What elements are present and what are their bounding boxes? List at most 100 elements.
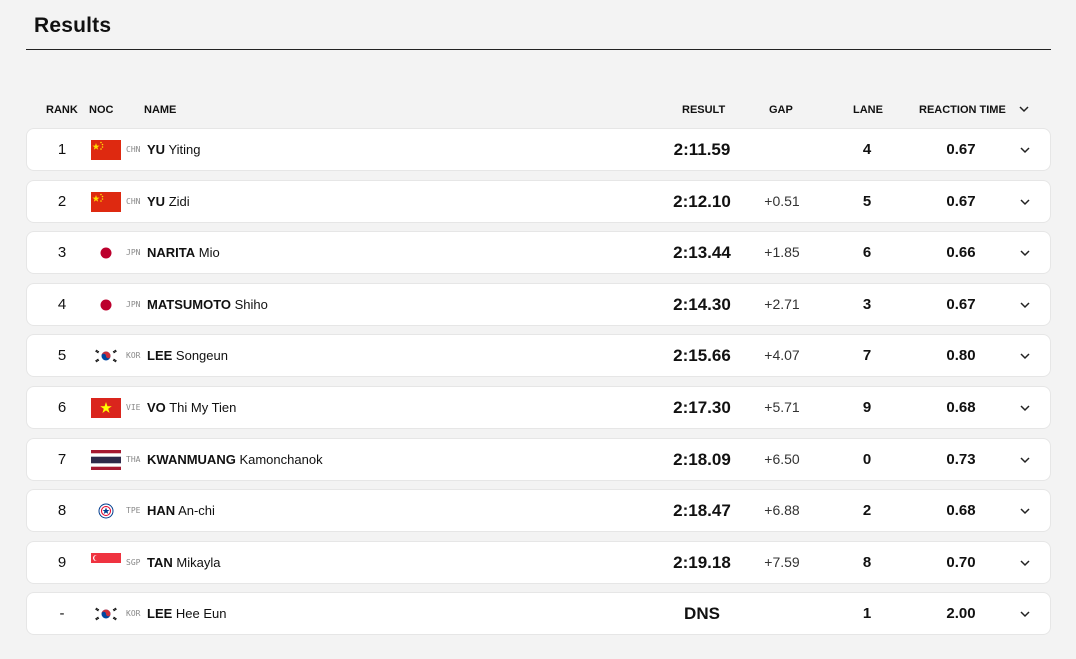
result-row[interactable]: - KOR LEE Hee Eun DNS 1 2.00 [26,592,1051,636]
chevron-down-icon[interactable] [1018,246,1032,260]
result-row[interactable]: 2 CHN YU Zidi 2:12.10 +0.51 5 0.67 [26,179,1051,223]
chevron-down-icon[interactable] [1018,607,1032,621]
vietnam-flag-icon [91,397,121,418]
reaction-time-cell: 0.67 [946,141,976,158]
athlete-last-name: VO [147,399,166,415]
noc-code: THA [126,454,141,464]
athlete-name: VO Thi My Tien [147,387,236,428]
column-header-lane: LANE [853,104,883,116]
rank-cell: 2 [57,192,67,210]
singapore-flag-icon [91,552,121,573]
lane-cell: 1 [862,605,872,623]
result-cell: 2:15.66 [673,346,731,366]
result-cell: 2:18.47 [673,501,731,521]
result-cell: DNS [684,604,720,624]
gap-cell: +1.85 [764,244,800,261]
reaction-time-cell: 0.80 [946,347,976,365]
title-divider [26,49,1051,50]
reaction-time-cell: 0.67 [946,295,976,313]
athlete-name: HAN An-chi [147,490,215,531]
column-header-reaction-time: REACTION TIME [919,104,1006,116]
result-row[interactable]: 7 THA KWANMUANG Kamonchanok 2:18.09 +6.50 0 0.… [26,437,1051,481]
column-header-rank: RANK [46,104,78,116]
result-row[interactable]: 6 VIE VO Thi My Tien 2:17.30 +5.71 9 0.68 [26,385,1051,429]
reaction-time-cell: 0.73 [946,450,976,468]
result-cell: 2:19.18 [673,552,731,572]
athlete-first-name: Kamonchanok [239,451,323,467]
athlete-last-name: KWANMUANG [147,451,236,467]
noc-code: JPN [126,248,141,258]
athlete-first-name: Zidi [168,193,190,209]
chevron-down-icon[interactable] [1018,556,1032,570]
result-row[interactable]: 9 SGP TAN Mikayla 2:19.18 +7.59 8 0.70 [26,540,1051,584]
rank-cell: 4 [57,295,67,313]
gap-cell: +0.51 [764,192,800,209]
chevron-down-icon[interactable] [1018,349,1032,363]
lane-cell: 0 [862,450,872,468]
athlete-name: NARITA Mio [147,232,220,273]
athlete-last-name: YU [147,193,166,209]
noc-code: KOR [126,351,141,361]
result-cell: 2:18.09 [673,449,731,469]
column-header-gap: GAP [769,104,793,116]
expand-all-chevron-icon[interactable] [1017,102,1031,116]
chevron-down-icon[interactable] [1018,143,1032,157]
thailand-flag-icon [91,449,121,470]
result-row[interactable]: 3 JPN NARITA Mio 2:13.44 +1.85 6 0.66 [26,231,1051,275]
gap-cell: +4.07 [764,347,800,364]
chevron-down-icon[interactable] [1018,453,1032,467]
noc-code: TPE [126,506,141,516]
reaction-time-cell: 2.00 [946,605,976,623]
reaction-time-cell: 0.66 [946,244,976,262]
page-title: Results [34,14,112,37]
chevron-down-icon[interactable] [1018,298,1032,312]
athlete-last-name: LEE [147,606,173,622]
result-cell: 2:14.30 [673,294,731,314]
rank-cell: 1 [57,141,67,158]
athlete-first-name: Thi My Tien [169,399,237,415]
korea-flag-icon [91,346,121,367]
noc-code: SGP [126,557,141,567]
athlete-last-name: HAN [147,503,176,519]
gap-cell [747,129,817,170]
athlete-name: LEE Songeun [147,335,228,376]
result-row[interactable]: 5 KOR LEE Songeun 2:15.66 +4.07 7 0.80 [26,334,1051,378]
lane-cell: 7 [862,347,872,365]
lane-cell: 6 [862,244,872,262]
athlete-first-name: Yiting [168,142,201,157]
chevron-down-icon[interactable] [1018,401,1032,415]
athlete-first-name: An-chi [178,503,215,519]
column-header-name: NAME [144,104,177,116]
chevron-down-icon[interactable] [1018,195,1032,209]
gap-cell [747,593,817,634]
noc-code: CHN [126,196,141,206]
column-header-result: RESULT [682,104,726,116]
rank-cell: 9 [57,553,67,571]
gap-cell: +6.50 [764,450,800,467]
rank-cell: - [59,605,65,623]
athlete-name: MATSUMOTO Shiho [147,284,268,325]
column-header-noc: NOC [89,104,114,116]
chevron-down-icon[interactable] [1018,504,1032,518]
gap-cell: +2.71 [764,295,800,312]
gap-cell: +6.88 [764,502,800,519]
noc-code: CHN [126,145,141,154]
noc-code: JPN [126,299,141,309]
lane-cell: 3 [862,295,872,313]
athlete-last-name: YU [147,142,166,157]
athlete-last-name: LEE [147,348,173,364]
rank-cell: 7 [57,450,67,468]
athlete-last-name: NARITA [147,245,196,261]
result-row[interactable]: 1 CHN YU Yiting 2:11.59 4 0.67 [26,128,1051,171]
results-list: 1 CHN YU Yiting 2:11.59 4 0.67 2 CHN YU Zidi 2:12… [26,128,1051,644]
athlete-name: YU Zidi [147,181,190,222]
rank-cell: 8 [57,502,67,520]
japan-flag-icon [91,294,121,315]
athlete-name: LEE Hee Eun [147,593,227,634]
china-flag-icon [91,140,121,160]
reaction-time-cell: 0.67 [946,192,976,210]
gap-cell: +5.71 [764,398,800,415]
result-row[interactable]: 8 TPE HAN An-chi 2:18.47 +6.88 2 0.68 [26,489,1051,533]
china-flag-icon [91,191,121,212]
result-row[interactable]: 4 JPN MATSUMOTO Shiho 2:14.30 +2.71 3 0.67 [26,282,1051,326]
